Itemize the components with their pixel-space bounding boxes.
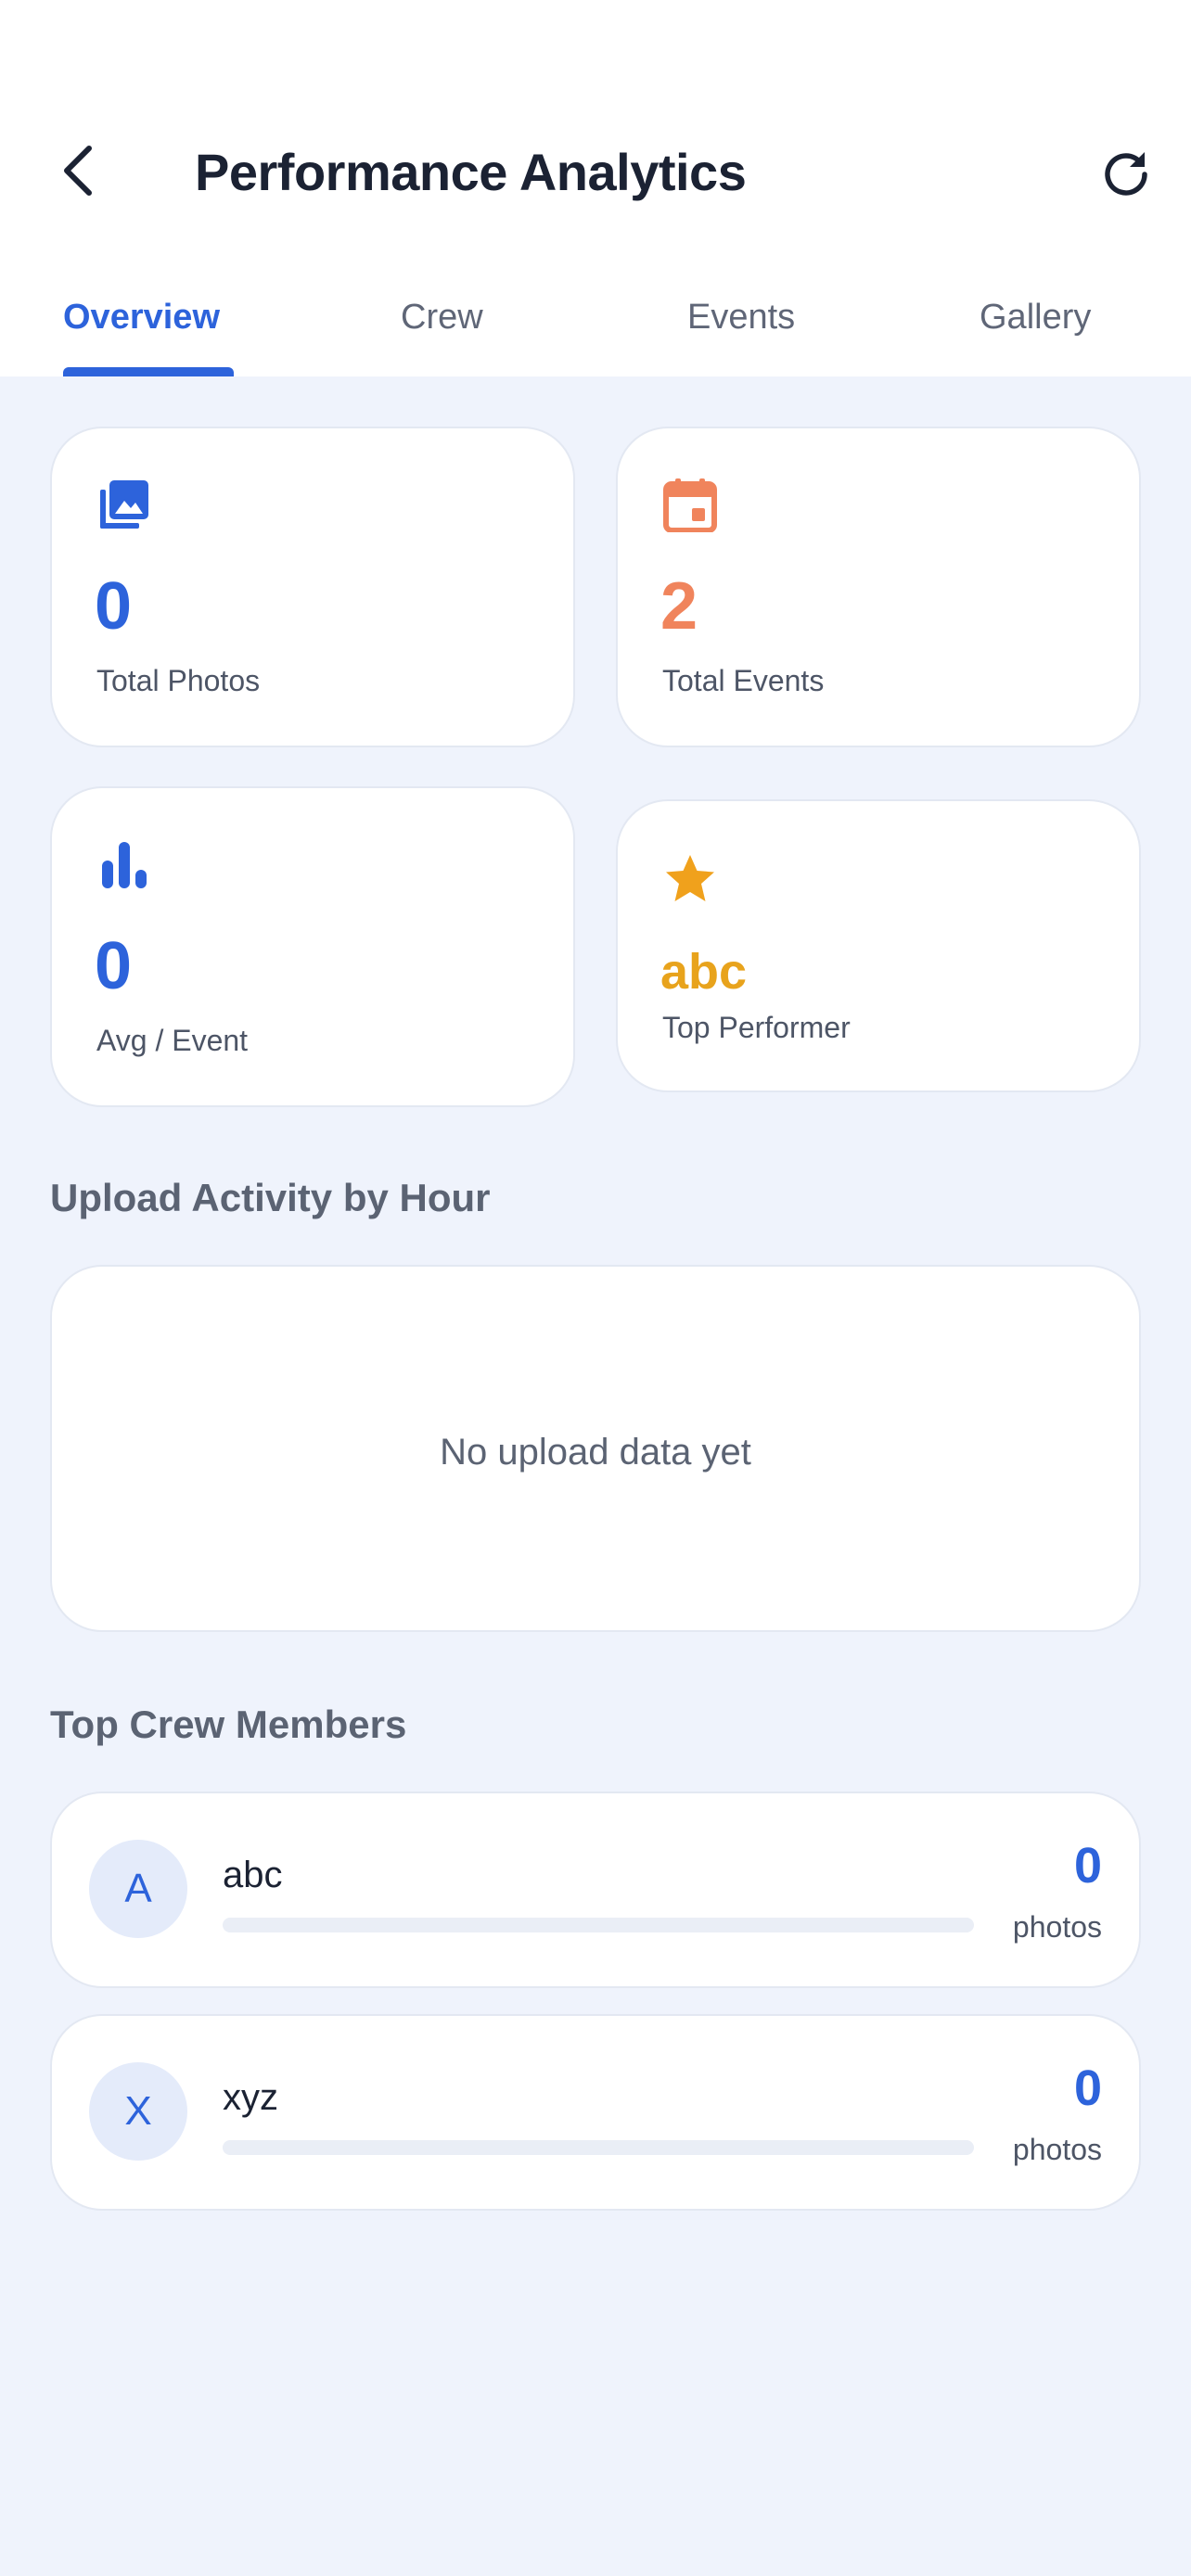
- bar-chart-icon: [102, 842, 147, 888]
- crew-photo-unit: photos: [1012, 1910, 1102, 1944]
- tab-overview[interactable]: Overview: [63, 289, 220, 345]
- crew-member-row[interactable]: X xyz 0 photos: [50, 2014, 1141, 2211]
- avatar: A: [89, 1840, 187, 1938]
- upload-activity-chart: No upload data yet: [50, 1265, 1141, 1632]
- stat-card-total-photos[interactable]: 0 Total Photos: [50, 427, 575, 747]
- page-title: Performance Analytics: [195, 143, 747, 201]
- crew-member-row[interactable]: A abc 0 photos: [50, 1792, 1141, 1988]
- crew-photo-unit: photos: [1012, 2133, 1102, 2166]
- stat-label: Total Events: [662, 664, 825, 697]
- top-crew-title: Top Crew Members: [50, 1702, 407, 1746]
- tab-bar: Overview Crew Events Gallery: [0, 269, 1191, 376]
- avatar: X: [89, 2062, 187, 2161]
- crew-member-name: xyz: [223, 2077, 278, 2118]
- calendar-icon: [663, 478, 717, 532]
- app-header: Performance Analytics Overview Crew Even…: [0, 0, 1191, 376]
- stat-label: Total Photos: [96, 664, 261, 697]
- refresh-button[interactable]: [1095, 141, 1158, 204]
- active-tab-indicator: [63, 367, 234, 376]
- photo-library-icon: [100, 480, 148, 529]
- stat-card-avg-per-event[interactable]: 0 Avg / Event: [50, 786, 575, 1107]
- top-performer-name: abc: [660, 944, 748, 1000]
- stat-value: 0: [95, 569, 133, 644]
- stat-card-total-events[interactable]: 2 Total Events: [616, 427, 1141, 747]
- crew-progress-bar: [223, 2140, 974, 2155]
- crew-member-name: abc: [223, 1855, 283, 1895]
- stat-value: 0: [95, 929, 133, 1003]
- stat-card-top-performer[interactable]: abc Top Performer: [616, 799, 1141, 1092]
- refresh-icon: [1105, 152, 1147, 196]
- star-icon: [666, 855, 714, 901]
- crew-photo-count: 0: [1073, 1838, 1102, 1894]
- tab-crew[interactable]: Crew: [401, 289, 483, 345]
- empty-state-message: No upload data yet: [440, 1432, 751, 1473]
- tab-gallery[interactable]: Gallery: [980, 289, 1091, 345]
- crew-progress-bar: [223, 1918, 974, 1932]
- upload-activity-title: Upload Activity by Hour: [50, 1176, 491, 1219]
- back-button[interactable]: [48, 137, 108, 204]
- crew-photo-count: 0: [1073, 2060, 1102, 2116]
- stat-value: 2: [660, 569, 698, 644]
- tab-events[interactable]: Events: [687, 289, 795, 345]
- chevron-left-icon: [64, 146, 92, 196]
- stat-label: Avg / Event: [96, 1024, 249, 1057]
- stat-label: Top Performer: [662, 1011, 851, 1044]
